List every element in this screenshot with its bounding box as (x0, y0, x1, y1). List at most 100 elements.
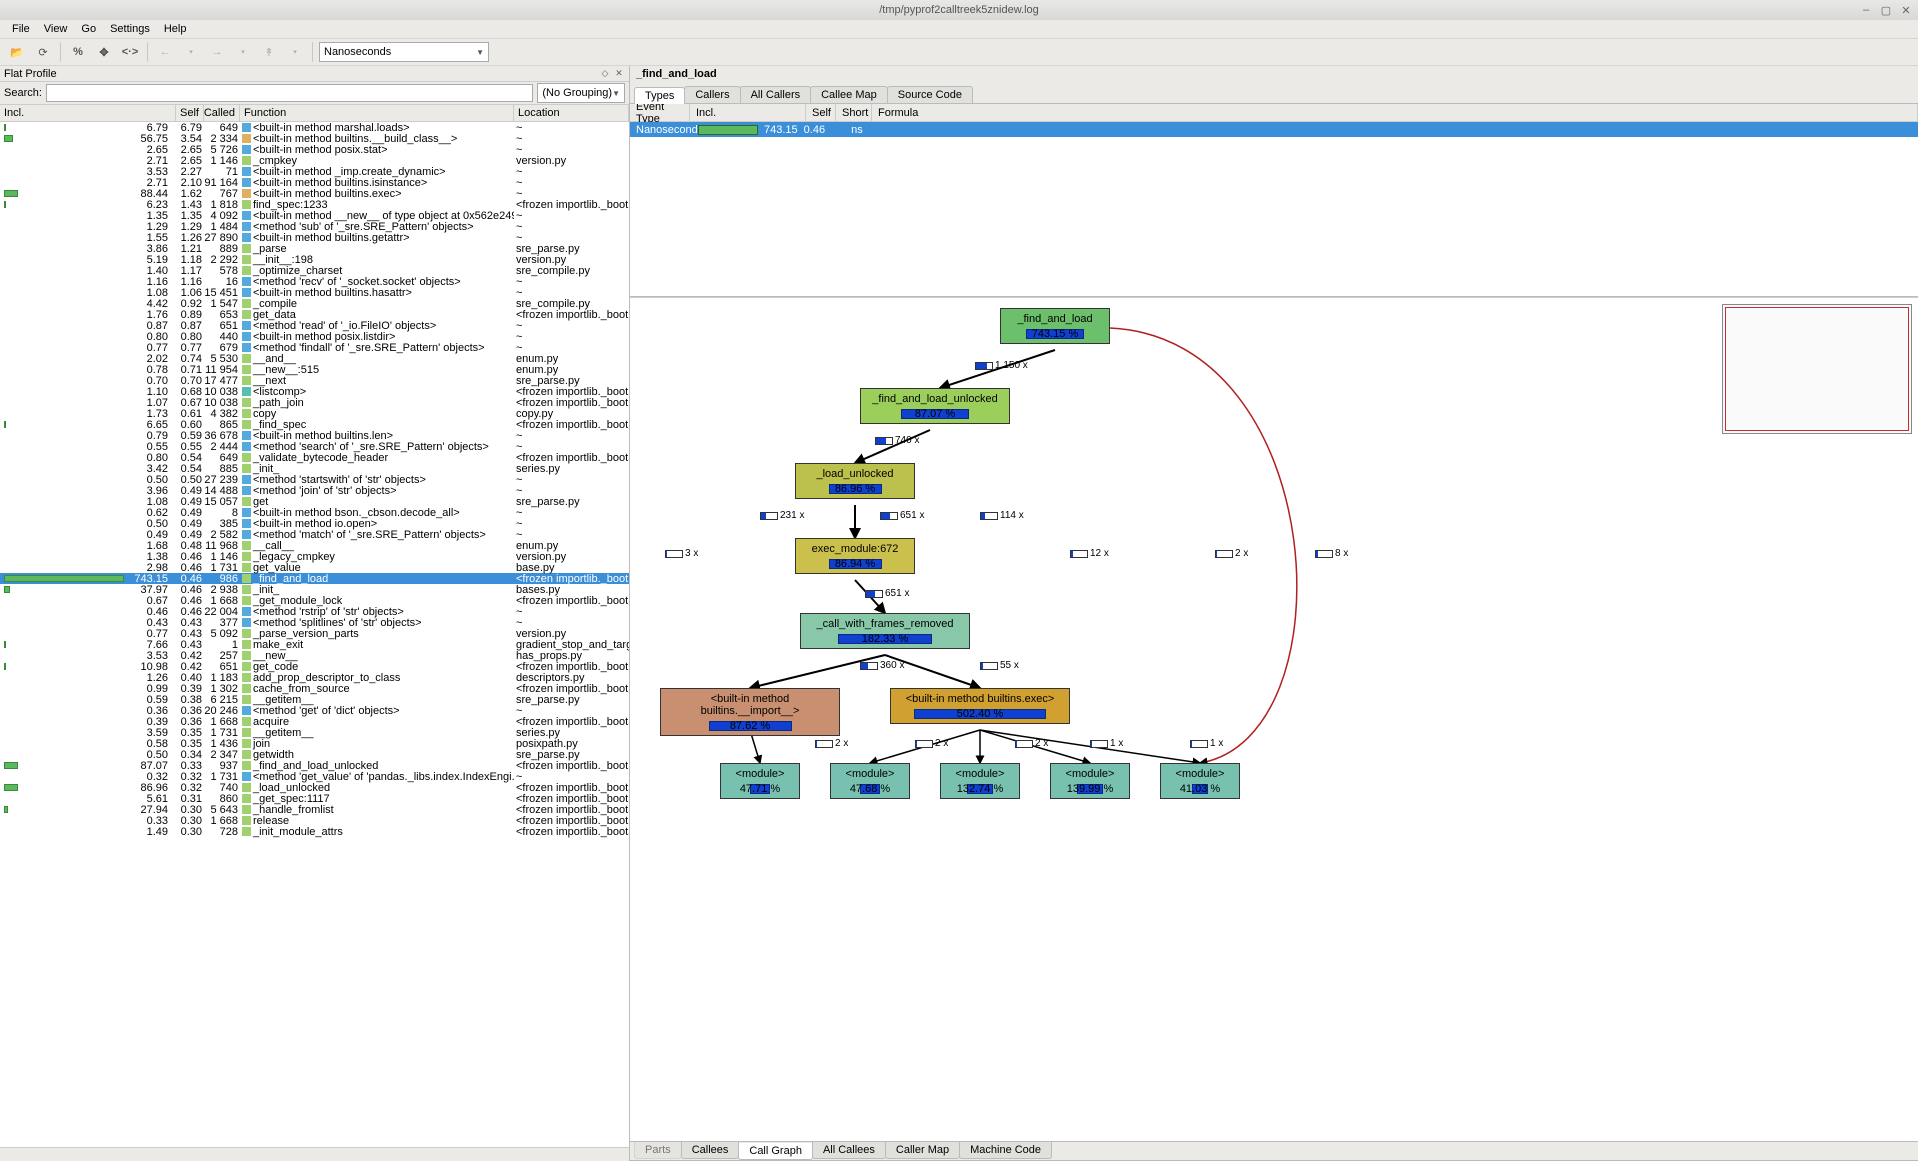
close-icon[interactable]: ✕ (1898, 3, 1914, 17)
table-row[interactable]: 0.500.5027 239<method 'startswith' of 's… (0, 474, 629, 485)
table-row[interactable]: 4.420.921 547_compilesre_compile.py (0, 298, 629, 309)
table-row[interactable]: 6.650.60865_find_spec<frozen importlib._… (0, 419, 629, 430)
table-row[interactable]: 5.610.31860_get_spec:1117<frozen importl… (0, 793, 629, 804)
table-row[interactable]: 2.652.655 726<built-in method posix.stat… (0, 144, 629, 155)
graph-node[interactable]: _find_and_load_unlocked87.07 % (860, 388, 1010, 424)
table-row[interactable]: 1.081.0615 451<built-in method builtins.… (0, 287, 629, 298)
menu-view[interactable]: View (38, 22, 74, 36)
table-row[interactable]: 1.401.17578_optimize_charsetsre_compile.… (0, 265, 629, 276)
cost-type-combo[interactable]: Nanoseconds ▼ (319, 42, 489, 62)
col-incl[interactable]: Incl. (0, 105, 176, 121)
table-row[interactable]: 0.390.361 668acquire<frozen importlib._b… (0, 716, 629, 727)
bottom-tab-parts[interactable]: Parts (634, 1142, 682, 1159)
table-row[interactable]: 1.351.354 092<built-in method __new__ of… (0, 210, 629, 221)
table-row[interactable]: 56.753.542 334<built-in method builtins.… (0, 133, 629, 144)
graph-node[interactable]: _find_and_load743.15 % (1000, 308, 1110, 344)
graph-node[interactable]: <module>47.68 % (830, 763, 910, 799)
table-row[interactable]: 0.620.498<built-in method bson._cbson.de… (0, 507, 629, 518)
maximize-icon[interactable]: ▢ (1878, 3, 1894, 17)
table-row[interactable]: 0.780.7111 954__new__:515enum.py (0, 364, 629, 375)
nav-forward-icon[interactable]: → (206, 41, 228, 63)
menu-settings[interactable]: Settings (104, 22, 156, 36)
minimize-icon[interactable]: – (1858, 3, 1874, 17)
table-row[interactable]: 0.330.301 668release<frozen importlib._b… (0, 815, 629, 826)
table-row[interactable]: 1.070.6710 038_path_join<frozen importli… (0, 397, 629, 408)
graph-node[interactable]: <built-in method builtins.exec>502.40 % (890, 688, 1070, 724)
table-row[interactable]: 1.100.6810 038<listcomp><frozen importli… (0, 386, 629, 397)
col-called[interactable]: Called (204, 105, 240, 121)
table-row[interactable]: 2.980.461 731get_valuebase.py (0, 562, 629, 573)
table-row[interactable]: 0.990.391 302cache_from_source<frozen im… (0, 683, 629, 694)
col-self[interactable]: Self (176, 105, 204, 121)
flat-profile-table-body[interactable]: 6.796.79649<built-in method marshal.load… (0, 122, 629, 1147)
nav-forward-menu-icon[interactable]: ▾ (232, 41, 254, 63)
bottom-tab-callees[interactable]: Callees (681, 1142, 740, 1159)
event-row[interactable]: Nanoseconds 743.15 0.46 ns (630, 122, 1918, 137)
graph-node[interactable]: <module>41.03 % (1160, 763, 1240, 799)
table-row[interactable]: 5.191.182 292__init__:198version.py (0, 254, 629, 265)
table-row[interactable]: 0.500.49385<built-in method io.open>~ (0, 518, 629, 529)
table-row[interactable]: 6.796.79649<built-in method marshal.load… (0, 122, 629, 133)
table-row[interactable]: 0.580.351 436joinposixpath.py (0, 738, 629, 749)
table-row[interactable]: 1.730.614 382copycopy.py (0, 408, 629, 419)
menu-help[interactable]: Help (158, 22, 193, 36)
table-row[interactable]: 88.441.62767<built-in method builtins.ex… (0, 188, 629, 199)
table-row[interactable]: 6.231.431 818find_spec:1233<frozen impor… (0, 199, 629, 210)
table-row[interactable]: 1.760.89653get_data<frozen importlib._bo… (0, 309, 629, 320)
table-row[interactable]: 0.360.3620 246<method 'get' of 'dict' ob… (0, 705, 629, 716)
table-row[interactable]: 0.490.492 582<method 'match' of '_sre.SR… (0, 529, 629, 540)
table-row[interactable]: 2.712.651 146_cmpkeyversion.py (0, 155, 629, 166)
table-row[interactable]: 1.551.2627 890<built-in method builtins.… (0, 232, 629, 243)
table-row[interactable]: 87.070.33937_find_and_load_unlocked<froz… (0, 760, 629, 771)
table-row[interactable]: 0.550.552 444<method 'search' of '_sre.S… (0, 441, 629, 452)
tab-all-callers[interactable]: All Callers (740, 86, 812, 103)
tab-callee-map[interactable]: Callee Map (810, 86, 888, 103)
nav-up-icon[interactable]: ↟ (258, 41, 280, 63)
table-row[interactable]: 0.770.77679<method 'findall' of '_sre.SR… (0, 342, 629, 353)
reload-icon[interactable]: ⟳ (32, 41, 54, 63)
bottom-tab-caller-map[interactable]: Caller Map (885, 1142, 960, 1159)
search-input[interactable] (46, 84, 533, 102)
table-row[interactable]: 0.790.5936 678<built-in method builtins.… (0, 430, 629, 441)
table-row[interactable]: 1.260.401 183add_prop_descriptor_to_clas… (0, 672, 629, 683)
table-row[interactable]: 1.080.4915 057getsre_parse.py (0, 496, 629, 507)
table-row[interactable]: 1.291.291 484<method 'sub' of '_sre.SRE_… (0, 221, 629, 232)
table-row[interactable]: 3.532.2771<built-in method _imp.create_d… (0, 166, 629, 177)
tab-types[interactable]: Types (634, 87, 685, 104)
menu-go[interactable]: Go (75, 22, 102, 36)
table-row[interactable]: 3.861.21889_parsesre_parse.py (0, 243, 629, 254)
bottom-tab-machine-code[interactable]: Machine Code (959, 1142, 1052, 1159)
table-row[interactable]: 1.380.461 146_legacy_cmpkeyversion.py (0, 551, 629, 562)
nav-back-menu-icon[interactable]: ▾ (180, 41, 202, 63)
minimap[interactable] (1722, 304, 1912, 434)
col-function[interactable]: Function (240, 105, 514, 121)
nav-back-icon[interactable]: ← (154, 41, 176, 63)
table-row[interactable]: 0.430.43377<method 'splitlines' of 'str'… (0, 617, 629, 628)
table-row[interactable]: 0.500.342 347getwidthsre_parse.py (0, 749, 629, 760)
table-row[interactable]: 3.530.42257__new__has_props.py (0, 650, 629, 661)
graph-node[interactable]: <module>139.99 % (1050, 763, 1130, 799)
table-row[interactable]: 1.680.4811 968__call__enum.py (0, 540, 629, 551)
table-row[interactable]: 27.940.305 643_handle_fromlist<frozen im… (0, 804, 629, 815)
grouping-combo[interactable]: (No Grouping) ▼ (537, 83, 625, 103)
table-row[interactable]: 0.870.87651<method 'read' of '_io.FileIO… (0, 320, 629, 331)
table-row[interactable]: 0.800.80440<built-in method posix.listdi… (0, 331, 629, 342)
tab-callers[interactable]: Callers (684, 86, 740, 103)
table-row[interactable]: 1.161.1616<method 'recv' of '_socket.soc… (0, 276, 629, 287)
table-row[interactable]: 0.320.321 731<method 'get_value' of 'pan… (0, 771, 629, 782)
tab-source-code[interactable]: Source Code (887, 86, 973, 103)
col-location[interactable]: Location (514, 105, 629, 121)
table-row[interactable]: 0.460.4622 004<method 'rstrip' of 'str' … (0, 606, 629, 617)
graph-node[interactable]: exec_module:67286.94 % (795, 538, 915, 574)
menu-file[interactable]: File (6, 22, 36, 36)
dock-close-icon[interactable]: ✕ (613, 68, 625, 80)
table-row[interactable]: 0.670.461 668_get_module_lock<frozen imp… (0, 595, 629, 606)
width-icon[interactable]: <·> (119, 41, 141, 63)
table-row[interactable]: 10.980.42651get_code<frozen importlib._b… (0, 661, 629, 672)
dock-float-icon[interactable]: ◇ (599, 68, 611, 80)
graph-node[interactable]: <module>47.71 % (720, 763, 800, 799)
graph-node[interactable]: _call_with_frames_removed182.33 % (800, 613, 970, 649)
nav-up-menu-icon[interactable]: ▾ (284, 41, 306, 63)
table-row[interactable]: 743.150.46986_find_and_load<frozen impor… (0, 573, 629, 584)
table-row[interactable]: 37.970.462 938_init_bases.py (0, 584, 629, 595)
